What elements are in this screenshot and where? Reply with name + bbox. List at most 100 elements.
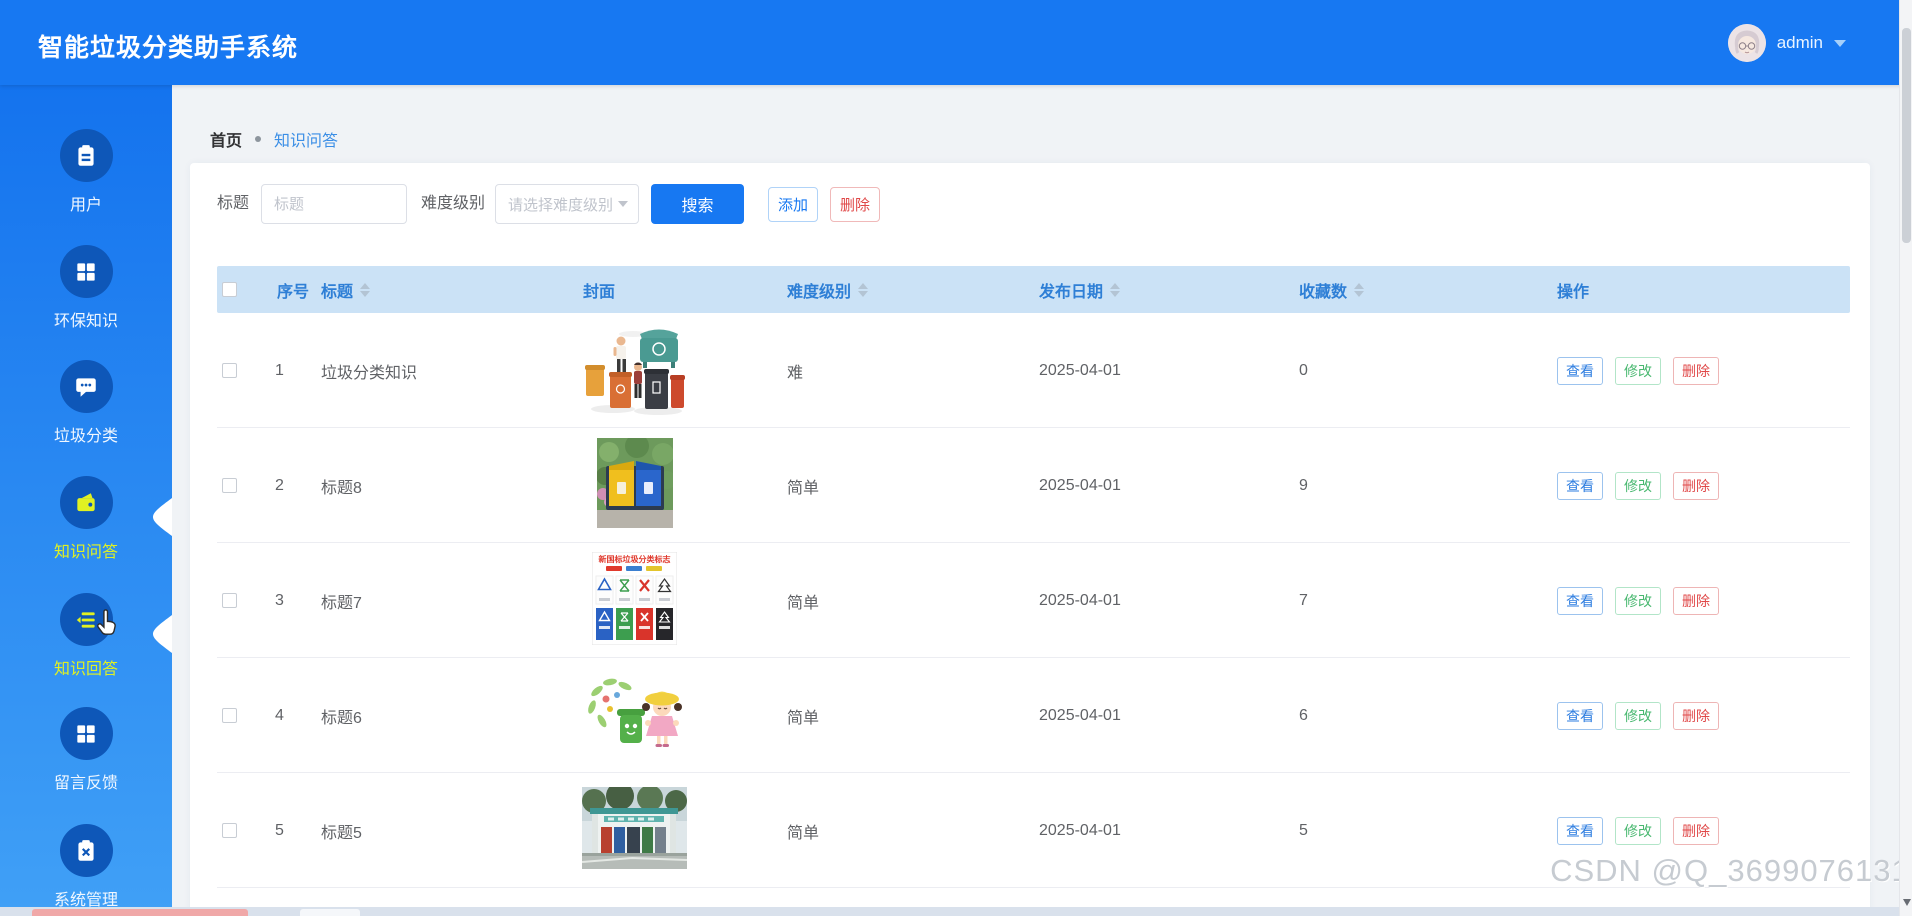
sort-asc-icon[interactable] [858,283,868,289]
sidebar-item-4[interactable]: 知识问答 [0,476,172,562]
sidebar-item-label: 垃圾分类 [54,422,118,446]
cell-index: 5 [275,773,284,888]
sidebar-item-5[interactable]: 知识回答 [0,593,172,679]
cell-favorites: 9 [1299,428,1308,543]
vertical-scrollbar[interactable] [1899,0,1912,916]
difficulty-select[interactable]: 请选择难度级别 [495,184,639,224]
select-all-checkbox[interactable] [222,282,237,297]
scrollbar-down-arrow-icon[interactable] [1903,899,1911,906]
cell-title: 标题6 [321,658,362,773]
column-label: 操作 [1557,278,1589,302]
view-button[interactable]: 查看 [1557,817,1603,845]
delete-button[interactable]: 删除 [1673,817,1719,845]
search-button[interactable]: 搜索 [651,184,744,224]
column-header[interactable]: 收藏数 [1299,266,1364,313]
sort-asc-icon[interactable] [360,283,370,289]
cell-difficulty: 简单 [787,658,819,773]
column-header: 操作 [1557,266,1589,313]
cover-image [597,438,673,533]
delete-button[interactable]: 删除 [1673,702,1719,730]
sidebar-item-label: 环保知识 [54,307,118,331]
cell-index: 2 [275,428,284,543]
column-label: 难度级别 [787,278,851,302]
breadcrumb-separator-dot [255,136,261,142]
sort-carets[interactable] [360,283,370,297]
difficulty-select-placeholder: 请选择难度级别 [508,194,613,215]
delete-button[interactable]: 删除 [1673,587,1719,615]
row-checkbox[interactable] [222,823,237,838]
column-header[interactable]: 难度级别 [787,266,868,313]
view-button[interactable]: 查看 [1557,472,1603,500]
user-menu[interactable]: admin [1728,0,1846,85]
view-button[interactable]: 查看 [1557,702,1603,730]
cell-difficulty: 简单 [787,428,819,543]
view-button[interactable]: 查看 [1557,587,1603,615]
sort-desc-icon[interactable] [858,291,868,297]
sort-desc-icon[interactable] [1354,291,1364,297]
sort-desc-icon[interactable] [1110,291,1120,297]
edit-button[interactable]: 修改 [1615,817,1661,845]
clipboard-x-icon-circle [60,824,113,877]
chat-icon-circle [60,360,113,413]
scrollbar-thumb[interactable] [1902,28,1911,243]
cell-index: 4 [275,658,284,773]
watermark: CSDN @Q_36990761319 [1550,853,1912,889]
cover-image [582,787,687,874]
column-label: 封面 [583,278,615,302]
grid-icon-circle [60,707,113,760]
sidebar-item-2[interactable]: 环保知识 [0,245,172,331]
cell-title: 垃圾分类知识 [321,313,417,428]
chat-bubble-icon [73,374,99,400]
view-button[interactable]: 查看 [1557,357,1603,385]
content-card: 标题 难度级别 请选择难度级别 搜索 添加 删除 序号标题 封面 难度级别 发布日期 收… [190,163,1870,916]
table-row: 1 垃圾分类知识 难 2025-04- [217,313,1850,428]
edit-button[interactable]: 修改 [1615,472,1661,500]
row-checkbox[interactable] [222,593,237,608]
avatar[interactable] [1728,24,1766,62]
sidebar-item-7[interactable]: 系统管理 [0,824,172,910]
sort-asc-icon[interactable] [1110,283,1120,289]
sort-asc-icon[interactable] [1354,283,1364,289]
app-title: 智能垃圾分类助手系统 [38,28,298,64]
sort-carets[interactable] [1354,283,1364,297]
wallet-icon [73,490,99,516]
sort-carets[interactable] [1110,283,1120,297]
table-body: 1 垃圾分类知识 难 2025-04- [217,313,1850,888]
column-label: 发布日期 [1039,278,1103,302]
sidebar-item-6[interactable]: 留言反馈 [0,707,172,793]
bottom-edge-strip [0,907,1912,916]
cell-difficulty: 简单 [787,543,819,658]
cell-publish-date: 2025-04-01 [1039,658,1121,773]
wallet-icon-circle [60,476,113,529]
grid-icon [73,259,99,285]
delete-selected-button[interactable]: 删除 [830,187,880,222]
table-header: 序号标题 封面 难度级别 发布日期 收藏数 操作 [217,266,1850,313]
active-indicator-arrow [148,498,172,536]
cell-publish-date: 2025-04-01 [1039,313,1121,428]
breadcrumb-home[interactable]: 首页 [210,127,242,151]
delete-button[interactable]: 删除 [1673,472,1719,500]
cell-index: 1 [275,313,284,428]
sidebar-item-3[interactable]: 垃圾分类 [0,360,172,446]
sort-desc-icon[interactable] [360,291,370,297]
row-checkbox[interactable] [222,478,237,493]
title-filter-input[interactable] [261,184,407,224]
sort-carets[interactable] [858,283,868,297]
cell-index: 3 [275,543,284,658]
column-header[interactable]: 标题 [321,266,370,313]
row-checkbox[interactable] [222,363,237,378]
edit-button[interactable]: 修改 [1615,357,1661,385]
list-icon-circle [60,593,113,646]
clipboard-x-icon [73,838,99,864]
sidebar-item-label: 知识问答 [54,538,118,562]
delete-button[interactable]: 删除 [1673,357,1719,385]
breadcrumb-current[interactable]: 知识问答 [274,127,338,151]
add-button[interactable]: 添加 [768,187,818,222]
row-checkbox[interactable] [222,708,237,723]
edit-button[interactable]: 修改 [1615,587,1661,615]
sidebar-item-1[interactable]: 用户 [0,129,172,215]
column-header[interactable]: 发布日期 [1039,266,1120,313]
edit-button[interactable]: 修改 [1615,702,1661,730]
app-header: 智能垃圾分类助手系统 admin [0,0,1912,85]
column-label: 序号 [277,278,309,302]
